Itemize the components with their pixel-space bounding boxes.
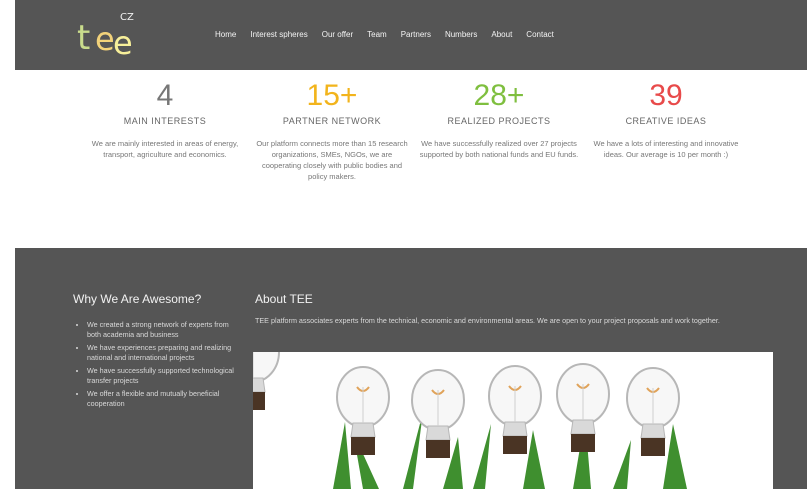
- top-navigation-bar: t e e CZ Home Interest spheres Our offer…: [15, 0, 807, 70]
- logo-letter-t: t: [77, 18, 91, 58]
- about-tee-column: About TEE TEE platform associates expert…: [255, 292, 795, 326]
- stat-label: CREATIVE IDEAS: [625, 116, 707, 126]
- nav-item-our-offer[interactable]: Our offer: [322, 30, 353, 39]
- light-bulbs-image: [253, 352, 773, 489]
- why-awesome-item: We have experiences preparing and realiz…: [87, 343, 238, 363]
- nav-item-interest-spheres[interactable]: Interest spheres: [250, 30, 307, 39]
- stat-number: 28+: [473, 79, 525, 112]
- numbers-section: 4 MAIN INTERESTS We are mainly intereste…: [15, 70, 807, 240]
- nav-item-team[interactable]: Team: [367, 30, 387, 39]
- nav-item-about[interactable]: About: [491, 30, 512, 39]
- stat-creative-ideas: 39 CREATIVE IDEAS We have a lots of inte…: [586, 80, 746, 160]
- about-tee-heading: About TEE: [255, 292, 313, 306]
- logo-cz: CZ: [120, 12, 134, 23]
- nav-item-contact[interactable]: Contact: [526, 30, 554, 39]
- stat-realized-projects: 28+ REALIZED PROJECTS We have successful…: [419, 80, 579, 160]
- nav-item-numbers[interactable]: Numbers: [445, 30, 477, 39]
- why-awesome-item: We created a strong network of experts f…: [87, 320, 238, 340]
- why-awesome-item: We offer a flexible and mutually benefic…: [87, 389, 238, 409]
- page-gutter: [0, 0, 15, 489]
- stat-label: MAIN INTERESTS: [123, 116, 207, 126]
- logo-letter-e1: e: [95, 20, 115, 58]
- stat-label: REALIZED PROJECTS: [447, 116, 551, 126]
- light-bulbs-icon: [253, 352, 773, 489]
- stat-label: PARTNER NETWORK: [282, 116, 382, 126]
- about-tee-text: TEE platform associates experts from the…: [255, 316, 720, 325]
- about-section: Why We Are Awesome? We created a strong …: [15, 248, 807, 489]
- stat-description: Our platform connects more than 15 resea…: [256, 139, 408, 181]
- why-awesome-column: Why We Are Awesome? We created a strong …: [73, 292, 238, 412]
- stat-description: We have a lots of interesting and innova…: [593, 139, 739, 159]
- stat-main-interests: 4 MAIN INTERESTS We are mainly intereste…: [85, 80, 245, 160]
- stat-number: 39: [649, 79, 683, 112]
- why-awesome-heading: Why We Are Awesome?: [73, 292, 202, 306]
- why-awesome-list: We created a strong network of experts f…: [73, 320, 238, 409]
- stat-number: 15+: [306, 79, 358, 112]
- stat-description: We have successfully realized over 27 pr…: [419, 139, 579, 159]
- tee-cz-logo[interactable]: t e e CZ: [77, 12, 147, 62]
- stat-description: We are mainly interested in areas of ene…: [91, 139, 239, 159]
- why-awesome-item: We have successfully supported technolog…: [87, 366, 238, 386]
- main-menu: Home Interest spheres Our offer Team Par…: [215, 30, 554, 39]
- nav-item-home[interactable]: Home: [215, 30, 236, 39]
- logo-letter-e2: e: [113, 24, 133, 62]
- stat-partner-network: 15+ PARTNER NETWORK Our platform connect…: [252, 80, 412, 182]
- stat-number: 4: [156, 79, 174, 112]
- nav-item-partners[interactable]: Partners: [401, 30, 431, 39]
